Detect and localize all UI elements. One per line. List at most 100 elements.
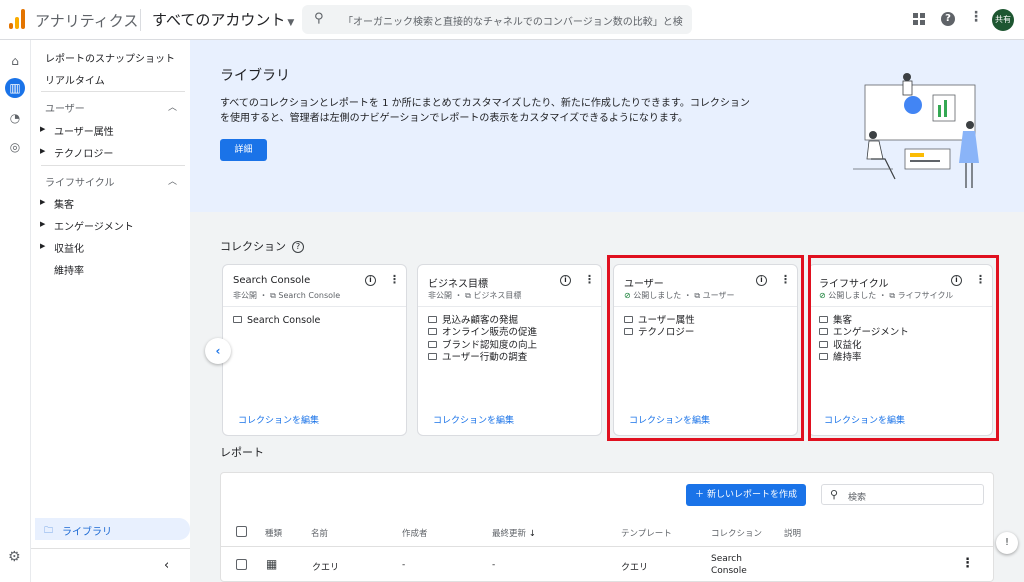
reports-search-input[interactable]: ⚲ 検索 — [821, 484, 984, 505]
chevron-up-icon[interactable]: ︿ — [168, 174, 177, 187]
library-illustration — [853, 73, 979, 188]
card-divider — [418, 306, 601, 307]
folder-icon: 🗀 — [44, 526, 54, 536]
collection-card-search-console[interactable]: Search Console 非公開 ・ ⧉ Search Console i … — [222, 264, 407, 436]
card-divider — [223, 306, 406, 307]
search-icon: ⚲ — [830, 488, 839, 501]
report-template: クエリ — [621, 563, 649, 573]
header-divider — [140, 9, 141, 31]
nav-item-library[interactable]: 🗀 ライブラリ — [35, 518, 190, 540]
list-item: 見込み顧客の発掘 — [428, 315, 537, 327]
account-selector[interactable]: すべてのアカウント ▼ — [152, 9, 294, 30]
sort-arrow-icon: ↓ — [528, 529, 536, 539]
global-search-bar[interactable]: ⚲ 「オーガニック検索と直接的なチャネルでのコンバージョン数の比較」と検… — [302, 5, 692, 34]
avatar[interactable]: 共有 — [992, 9, 1014, 31]
folder-icon — [428, 328, 437, 336]
column-header[interactable]: 名前 — [311, 527, 328, 539]
dropdown-caret-icon: ▼ — [287, 18, 295, 28]
select-all-checkbox[interactable] — [236, 526, 247, 537]
nav-item-technology[interactable]: テクノロジー — [54, 145, 113, 160]
expand-arrow-icon[interactable]: ▶ — [40, 242, 45, 250]
carousel-prev-button[interactable]: ‹ — [205, 338, 231, 364]
folder-icon — [428, 352, 437, 360]
more-vert-icon[interactable]: ⋮ — [969, 9, 983, 25]
nav-item-retention[interactable]: 維持率 — [54, 262, 84, 277]
app-name: アナリティクス — [35, 12, 139, 30]
folder-icon — [428, 316, 437, 323]
nav-item-acquisition[interactable]: 集客 — [54, 196, 74, 211]
list-item: ユーザー行動の調査 — [428, 352, 537, 364]
list-item: Search Console — [233, 315, 320, 327]
template-icon: ⧉ — [465, 291, 471, 300]
more-vert-icon[interactable]: ⋮ — [961, 556, 974, 571]
nav-library-label: ライブラリ — [62, 527, 112, 538]
settings-gear-icon[interactable]: ⚙ — [8, 549, 21, 565]
collections-heading: コレクション? — [220, 238, 304, 254]
column-header[interactable]: コレクション — [711, 527, 762, 539]
info-icon[interactable]: i — [365, 275, 376, 286]
info-icon[interactable]: i — [560, 275, 571, 286]
search-icon: ⚲ — [314, 11, 324, 26]
row-checkbox[interactable] — [236, 559, 247, 570]
edit-collection-link[interactable]: コレクションを編集 — [433, 413, 514, 426]
highlight-box — [607, 255, 804, 441]
expand-arrow-icon[interactable]: ▶ — [40, 147, 45, 155]
reports-table: ＋ 新しいレポートを作成 ⚲ 検索 種類 名前 作成者 最終更新 ↓ テンプレー… — [220, 472, 994, 582]
nav-item-demographics[interactable]: ユーザー属性 — [54, 123, 114, 138]
advertising-icon[interactable]: ◎ — [5, 137, 25, 157]
card-title: ビジネス目標 — [428, 279, 488, 290]
apps-icon[interactable] — [913, 13, 925, 25]
report-collection: Search Console — [711, 554, 747, 576]
nav-item-realtime[interactable]: リアルタイム — [45, 72, 105, 87]
folder-icon — [428, 340, 437, 348]
expand-arrow-icon[interactable]: ▶ — [40, 125, 45, 133]
column-header[interactable]: テンプレート — [621, 527, 672, 539]
help-icon[interactable]: ? — [941, 12, 955, 26]
nav-section-user[interactable]: ユーザー — [45, 100, 85, 115]
column-header[interactable]: 種類 — [265, 527, 282, 539]
reports-heading: レポート — [220, 446, 264, 459]
report-author: - — [402, 560, 406, 570]
card-meta: 非公開 ・ ⧉ ビジネス目標 — [428, 291, 522, 300]
card-report-list: Search Console — [233, 315, 320, 327]
collapse-nav-icon[interactable]: ‹ — [164, 558, 169, 573]
list-item: ブランド認知度の向上 — [428, 340, 537, 352]
details-button[interactable]: 詳細 — [220, 139, 267, 161]
more-vert-icon[interactable]: ⋮ — [389, 273, 400, 286]
table-divider — [221, 546, 993, 547]
report-updated: - — [492, 560, 496, 570]
nav-item-engagement[interactable]: エンゲージメント — [54, 218, 134, 233]
table-icon: ▦ — [266, 557, 278, 571]
home-icon[interactable]: ⌂ — [5, 51, 25, 71]
edit-collection-link[interactable]: コレクションを編集 — [238, 413, 319, 426]
reports-icon[interactable]: ▥ — [5, 78, 25, 98]
expand-arrow-icon[interactable]: ▶ — [40, 198, 45, 206]
nav-item-snapshot[interactable]: レポートのスナップショット — [45, 50, 175, 65]
feedback-icon[interactable]: ! — [996, 532, 1018, 554]
column-header[interactable]: 最終更新 ↓ — [492, 527, 536, 539]
collections-title: コレクション — [220, 240, 286, 253]
more-vert-icon[interactable]: ⋮ — [584, 273, 595, 286]
analytics-logo-icon[interactable] — [9, 9, 25, 29]
page-title: ライブラリ — [220, 68, 290, 84]
chevron-up-icon[interactable]: ︿ — [168, 100, 177, 113]
reports-nav: レポートのスナップショット リアルタイム ユーザー ︿ ▶ ユーザー属性 ▶ テ… — [31, 40, 190, 582]
search-placeholder: 「オーガニック検索と直接的なチャネルでのコンバージョン数の比較」と検… — [343, 17, 683, 28]
nav-section-lifecycle[interactable]: ライフサイクル — [45, 174, 115, 189]
explore-icon[interactable]: ◔ — [5, 108, 25, 128]
card-title: Search Console — [233, 275, 311, 286]
report-name[interactable]: クエリ — [312, 560, 339, 573]
help-circle-icon[interactable]: ? — [292, 241, 304, 253]
column-header[interactable]: 説明 — [784, 527, 801, 539]
nav-item-monetization[interactable]: 収益化 — [54, 240, 84, 255]
banner-description: すべてのコレクションとレポートを 1 か所にまとめてカスタマイズしたり、新たに作… — [220, 98, 750, 124]
card-report-list: 見込み顧客の発掘 オンライン販売の促進 ブランド認知度の向上 ユーザー行動の調査 — [428, 315, 537, 364]
expand-arrow-icon[interactable]: ▶ — [40, 220, 45, 228]
top-app-bar: アナリティクス すべてのアカウント ▼ ⚲ 「オーガニック検索と直接的なチャネルで… — [0, 0, 1024, 40]
column-header[interactable]: 作成者 — [402, 527, 428, 539]
library-banner: ライブラリ すべてのコレクションとレポートを 1 か所にまとめてカスタマイズした… — [190, 40, 1024, 212]
create-report-button[interactable]: ＋ 新しいレポートを作成 — [686, 484, 806, 506]
account-name: すべてのアカウント — [152, 11, 286, 29]
collection-card-business-goals[interactable]: ビジネス目標 非公開 ・ ⧉ ビジネス目標 i ⋮ 見込み顧客の発掘 オンライン… — [417, 264, 602, 436]
nav-divider — [41, 91, 185, 92]
